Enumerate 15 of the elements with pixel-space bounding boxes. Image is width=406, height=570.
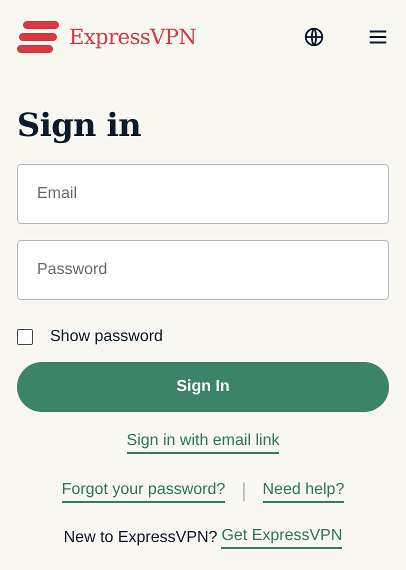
logo-icon [17, 21, 59, 53]
checkbox-label: Show password [50, 328, 163, 346]
email-link[interactable]: Sign in with email link [126, 432, 280, 454]
globe-icon[interactable] [303, 26, 325, 48]
brand-name: ExpressVPN [69, 25, 196, 49]
password-field[interactable]: Password [17, 240, 389, 300]
page-title: Sign in [17, 106, 142, 144]
email-field[interactable]: Email [17, 164, 389, 224]
help-link[interactable]: Forgot your password? [62, 480, 226, 502]
sign-in-button[interactable]: Sign In [17, 362, 389, 412]
help-link[interactable]: Need help? [262, 480, 344, 502]
separator: | [241, 480, 246, 503]
signup-link[interactable]: Get ExpressVPN [221, 527, 342, 549]
checkbox[interactable] [17, 329, 33, 345]
signup-text: New to ExpressVPN? [64, 529, 218, 547]
